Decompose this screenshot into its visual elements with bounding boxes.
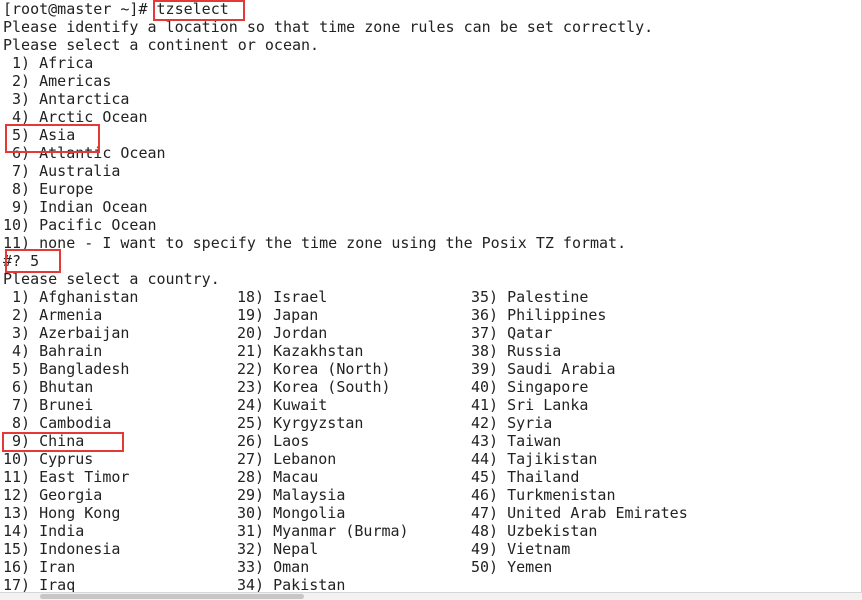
country-option: 29) Malaysia: [237, 486, 346, 504]
shell-prompt: [root@master ~]#: [3, 0, 157, 18]
prompt-line: [root@master ~]# tzselect: [3, 0, 229, 18]
continent-option: 8) Europe: [3, 180, 94, 198]
country-option: 50) Yemen: [471, 558, 553, 576]
scrollbar-thumb[interactable]: [40, 594, 304, 599]
country-option: 20) Jordan: [237, 324, 328, 342]
country-option: 4) Bahrain: [3, 342, 103, 360]
country-option: 45) Thailand: [471, 468, 580, 486]
country-option: 39) Saudi Arabia: [471, 360, 616, 378]
country-option: 5) Bangladesh: [3, 360, 130, 378]
country-option: 40) Singapore: [471, 378, 589, 396]
country-option: 16) Iran: [3, 558, 76, 576]
continent-option: 10) Pacific Ocean: [3, 216, 157, 234]
country-option: 33) Oman: [237, 558, 310, 576]
country-option: 21) Kazakhstan: [237, 342, 364, 360]
intro-line-1: Please identify a location so that time …: [3, 18, 654, 36]
continent-option-asia: 5) Asia: [3, 126, 76, 144]
terminal-window[interactable]: [root@master ~]# tzselect Please identif…: [0, 0, 862, 594]
country-option: 47) United Arab Emirates: [471, 504, 688, 522]
continent-option: 9) Indian Ocean: [3, 198, 148, 216]
continent-option: 2) Americas: [3, 72, 112, 90]
country-option: 35) Palestine: [471, 288, 589, 306]
country-option: 10) Cyprus: [3, 450, 94, 468]
country-option: 2) Armenia: [3, 306, 103, 324]
country-prompt: Please select a country.: [3, 270, 220, 288]
country-option: 31) Myanmar (Burma): [237, 522, 409, 540]
country-option: 44) Tajikistan: [471, 450, 598, 468]
country-option: 48) Uzbekistan: [471, 522, 598, 540]
country-option: 25) Kyrgyzstan: [237, 414, 364, 432]
continent-option: 7) Australia: [3, 162, 121, 180]
country-option: 26) Laos: [237, 432, 310, 450]
command-text: tzselect: [156, 0, 229, 18]
country-option: 43) Taiwan: [471, 432, 562, 450]
continent-option: 4) Arctic Ocean: [3, 108, 148, 126]
country-option: 12) Georgia: [3, 486, 103, 504]
country-option: 14) India: [3, 522, 85, 540]
country-option: 28) Macau: [237, 468, 319, 486]
answer-line: #? 5: [3, 252, 40, 270]
country-option: 41) Sri Lanka: [471, 396, 589, 414]
country-option: 23) Korea (South): [237, 378, 391, 396]
country-option: 46) Turkmenistan: [471, 486, 616, 504]
continent-option: 6) Atlantic Ocean: [3, 144, 166, 162]
country-option: 49) Vietnam: [471, 540, 571, 558]
country-option: 27) Lebanon: [237, 450, 337, 468]
country-option: 19) Japan: [237, 306, 319, 324]
country-option: 7) Brunei: [3, 396, 94, 414]
country-option: 11) East Timor: [3, 468, 130, 486]
country-option-china: 9) China: [3, 432, 85, 450]
continent-option: 11) none - I want to specify the time zo…: [3, 234, 627, 252]
country-option: 24) Kuwait: [237, 396, 328, 414]
intro-line-2: Please select a continent or ocean.: [3, 36, 320, 54]
country-option: 30) Mongolia: [237, 504, 346, 522]
country-option: 36) Philippines: [471, 306, 607, 324]
country-option: 37) Qatar: [471, 324, 553, 342]
country-option: 38) Russia: [471, 342, 562, 360]
country-option: 13) Hong Kong: [3, 504, 121, 522]
country-option: 22) Korea (North): [237, 360, 391, 378]
continent-option: 3) Antarctica: [3, 90, 130, 108]
continent-option: 1) Africa: [3, 54, 94, 72]
country-option: 6) Bhutan: [3, 378, 94, 396]
country-option: 15) Indonesia: [3, 540, 121, 558]
country-option: 8) Cambodia: [3, 414, 112, 432]
country-option: 3) Azerbaijan: [3, 324, 130, 342]
country-option: 32) Nepal: [237, 540, 319, 558]
horizontal-scrollbar[interactable]: [0, 592, 862, 600]
country-option: 42) Syria: [471, 414, 553, 432]
country-option: 18) Israel: [237, 288, 328, 306]
country-option: 1) Afghanistan: [3, 288, 139, 306]
